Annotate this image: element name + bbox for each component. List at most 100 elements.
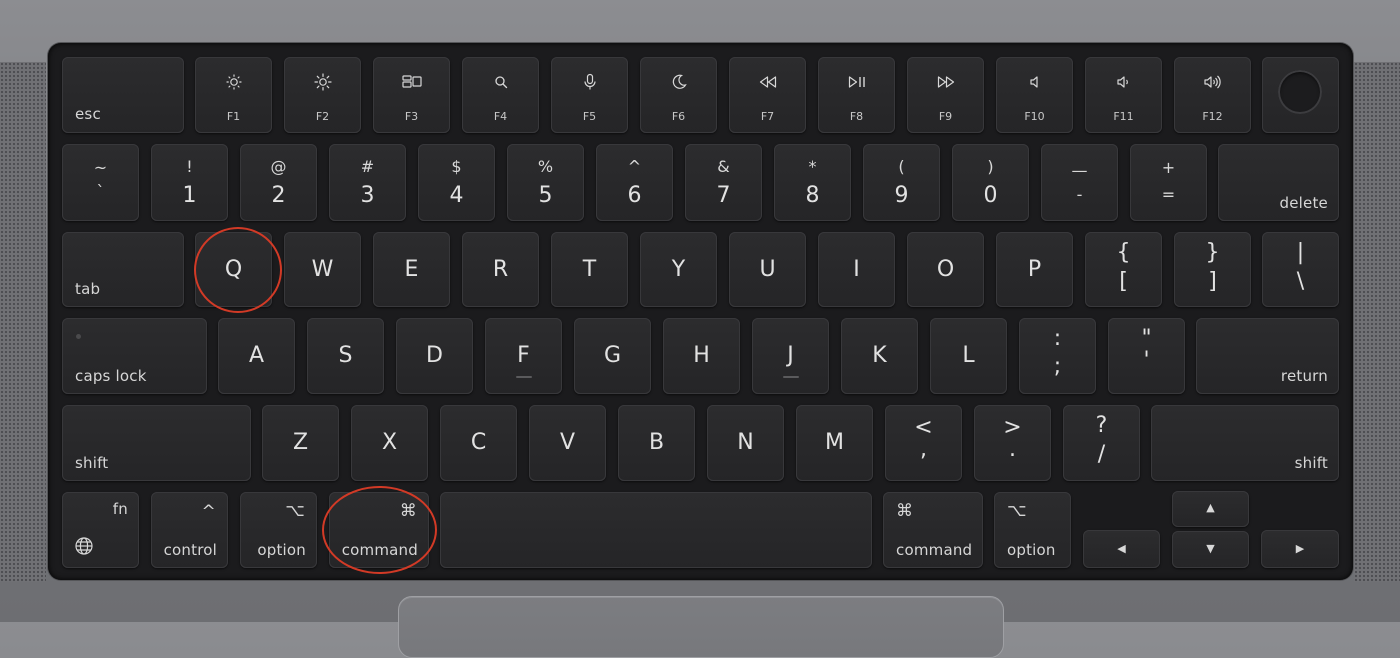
key-k[interactable]: K [841, 318, 918, 394]
key-5[interactable]: % 5 [507, 144, 584, 221]
key-q[interactable]: Q [195, 232, 272, 307]
key-8-shift: * [808, 157, 817, 176]
key-w[interactable]: W [284, 232, 361, 307]
key-f8[interactable]: F8 [818, 57, 895, 133]
key-v[interactable]: V [529, 405, 606, 481]
key-6-main: 6 [627, 183, 642, 208]
key-shift-right-label: shift [1294, 454, 1328, 472]
key-3[interactable]: #3 [329, 144, 406, 221]
key-option-right[interactable]: ⌥ option [994, 492, 1071, 568]
key-6[interactable]: ^ 6 [596, 144, 673, 221]
key-tab[interactable]: tab [62, 232, 184, 307]
key-shift-left[interactable]: shift [62, 405, 251, 481]
key-g[interactable]: G [574, 318, 651, 394]
key-b[interactable]: B [618, 405, 695, 481]
arrow-left-icon: ◀ [1117, 542, 1126, 555]
key-8[interactable]: * 8 [774, 144, 851, 221]
key-return[interactable]: return [1196, 318, 1339, 394]
key-p[interactable]: P [996, 232, 1073, 307]
key-1-shift: ! [186, 157, 193, 176]
key-f2[interactable]: F2 [284, 57, 361, 133]
key-arrow-up[interactable]: ▲ [1172, 491, 1249, 527]
key-fn-globe[interactable]: fn [62, 492, 139, 568]
key-f7-label: F7 [760, 110, 775, 123]
key-o-label: O [936, 257, 955, 282]
key-f6[interactable]: F6 [640, 57, 717, 133]
key-9[interactable]: (9 [863, 144, 940, 221]
key-backslash[interactable]: | \ [1262, 232, 1339, 307]
trackpad[interactable] [398, 596, 1004, 658]
key-bracket-right[interactable]: }] [1174, 232, 1251, 307]
key-r[interactable]: R [462, 232, 539, 307]
key-f12[interactable]: F12 [1174, 57, 1251, 133]
key-option-left[interactable]: ⌥ option [240, 492, 317, 568]
key-y[interactable]: Y [640, 232, 717, 307]
brightness-down-icon [225, 74, 242, 90]
key-l[interactable]: L [930, 318, 1007, 394]
key-z[interactable]: Z [262, 405, 339, 481]
left-speaker-grille [0, 62, 46, 582]
key-control-label: control [163, 541, 217, 559]
key-s[interactable]: S [307, 318, 384, 394]
key-u[interactable]: U [729, 232, 806, 307]
key-f5[interactable]: F5 [551, 57, 628, 133]
key-f9[interactable]: F9 [907, 57, 984, 133]
key-f3[interactable]: F3 [373, 57, 450, 133]
key-g-label: G [603, 343, 622, 368]
key-bracket-left-shift: { [1116, 240, 1131, 265]
key-o[interactable]: O [907, 232, 984, 307]
key-e[interactable]: E [373, 232, 450, 307]
key-s-label: S [338, 343, 353, 368]
key-f4[interactable]: F4 [462, 57, 539, 133]
key-f11[interactable]: F11 [1085, 57, 1162, 133]
key-comma[interactable]: <, [885, 405, 962, 481]
key-quote[interactable]: " ' [1108, 318, 1185, 394]
key-arrow-down[interactable]: ▼ [1172, 531, 1249, 568]
key-5-shift: % [537, 157, 554, 176]
key-bracket-left[interactable]: {[ [1085, 232, 1162, 307]
key-f10[interactable]: F10 [996, 57, 1073, 133]
key-c[interactable]: C [440, 405, 517, 481]
key-f5-label: F5 [582, 110, 597, 123]
key-delete[interactable]: delete [1218, 144, 1339, 221]
key-m[interactable]: M [796, 405, 873, 481]
key-shift-right[interactable]: shift [1151, 405, 1339, 481]
key-arrow-left[interactable]: ◀ [1083, 530, 1160, 568]
key-arrow-right[interactable]: ▶ [1261, 530, 1339, 568]
key-f10-label: F10 [1024, 110, 1045, 123]
key-r-label: R [492, 257, 509, 282]
key-0[interactable]: ) 0 [952, 144, 1029, 221]
key-esc[interactable]: esc [62, 57, 184, 133]
key-n[interactable]: N [707, 405, 784, 481]
key-period[interactable]: >. [974, 405, 1051, 481]
mute-icon [1029, 76, 1038, 88]
key-j[interactable]: J [752, 318, 829, 394]
key-command-left[interactable]: ⌘ command [329, 492, 429, 568]
key-1[interactable]: ! 1 [151, 144, 228, 221]
key-option-right-label: option [1007, 541, 1056, 559]
key-f[interactable]: F [485, 318, 562, 394]
key-touch-id[interactable] [1262, 57, 1339, 133]
key-4[interactable]: $4 [418, 144, 495, 221]
key-a[interactable]: A [218, 318, 295, 394]
key-2[interactable]: @2 [240, 144, 317, 221]
key-minus[interactable]: — - [1041, 144, 1118, 221]
key-slash[interactable]: ? / [1063, 405, 1140, 481]
key-equals[interactable]: + = [1130, 144, 1207, 221]
key-h[interactable]: H [663, 318, 740, 394]
key-d[interactable]: D [396, 318, 473, 394]
key-i[interactable]: I [818, 232, 895, 307]
key-x[interactable]: X [351, 405, 428, 481]
key-command-right[interactable]: ⌘ command [883, 492, 983, 568]
key-t[interactable]: T [551, 232, 628, 307]
key-caps-lock[interactable]: caps lock [62, 318, 207, 394]
key-f7[interactable]: F7 [729, 57, 806, 133]
key-control[interactable]: ^ control [151, 492, 228, 568]
key-space[interactable] [440, 492, 872, 568]
key-backtick[interactable]: ~ ` [62, 144, 139, 221]
key-f1[interactable]: F1 [195, 57, 272, 133]
key-7[interactable]: & 7 [685, 144, 762, 221]
key-semicolon[interactable]: :; [1019, 318, 1096, 394]
key-9-main: 9 [894, 183, 909, 208]
arrow-up-icon: ▲ [1206, 501, 1215, 514]
